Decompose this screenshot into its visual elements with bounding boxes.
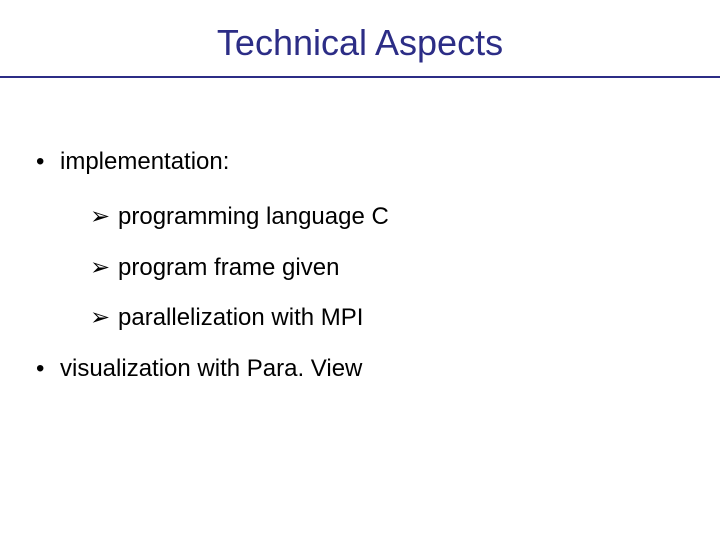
slide: Technical Aspects •implementation: ➢prog… — [0, 0, 720, 540]
slide-body: •implementation: ➢programming language C… — [0, 78, 720, 384]
bullet-implementation-label: implementation: — [60, 148, 229, 175]
bullet-implementation: •implementation: — [36, 148, 720, 177]
slide-title: Technical Aspects — [0, 0, 720, 76]
arrow-icon: ➢ — [90, 254, 118, 283]
bullet-dot-icon: • — [36, 355, 60, 384]
subitem-language-label: programming language C — [118, 203, 389, 230]
sub-list: ➢programming language C ➢program frame g… — [36, 203, 720, 333]
subitem-frame: ➢program frame given — [90, 254, 720, 283]
subitem-language: ➢programming language C — [90, 203, 720, 232]
subitem-mpi-label: parallelization with MPI — [118, 304, 363, 331]
bullet-dot-icon: • — [36, 148, 60, 177]
bullet-visualization: •visualization with Para. View — [36, 355, 720, 384]
subitem-mpi: ➢parallelization with MPI — [90, 304, 720, 333]
arrow-icon: ➢ — [90, 304, 118, 333]
arrow-icon: ➢ — [90, 203, 118, 232]
subitem-frame-label: program frame given — [118, 254, 339, 281]
bullet-visualization-label: visualization with Para. View — [60, 355, 362, 382]
